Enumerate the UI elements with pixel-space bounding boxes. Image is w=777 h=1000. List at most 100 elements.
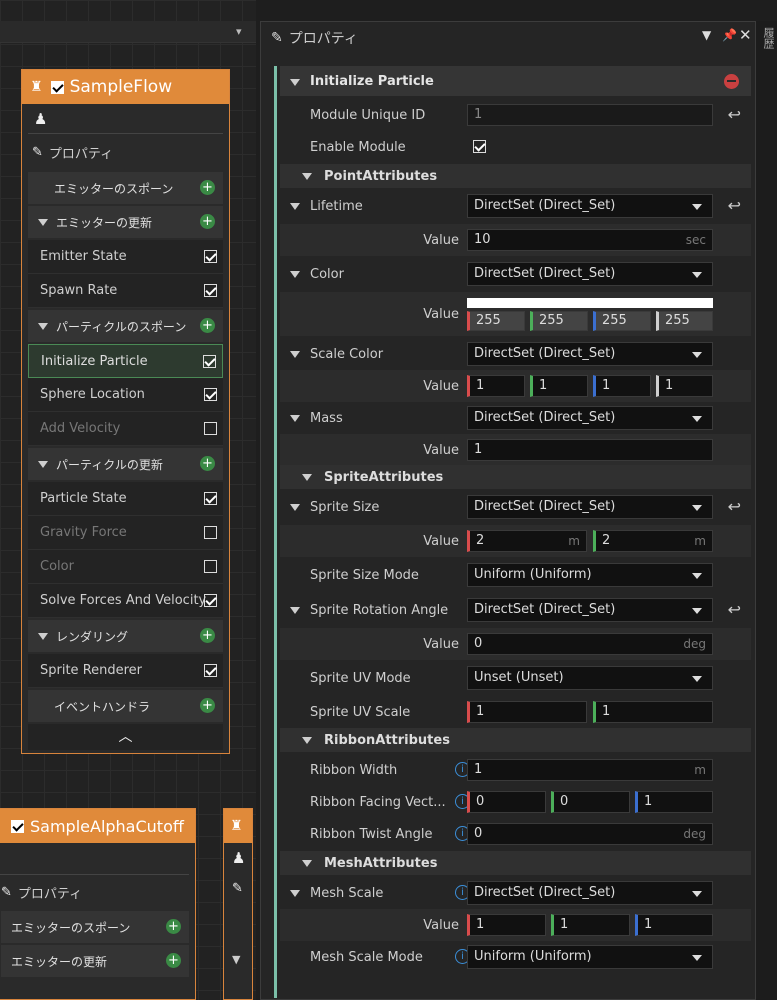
add-icon[interactable]: + — [200, 180, 215, 195]
mesh-scale-y-field[interactable]: 1 — [551, 914, 630, 936]
module-enable-checkbox[interactable] — [204, 560, 217, 573]
node-user-row[interactable] — [0, 843, 189, 875]
ribbon-facing-y-field[interactable]: 0 — [551, 791, 630, 813]
module-enable-checkbox[interactable] — [204, 422, 217, 435]
pin-icon[interactable]: 📌 — [722, 28, 737, 42]
sprite-uv-mode-dropdown[interactable]: Unset (Unset) — [467, 666, 713, 690]
module-item[interactable]: Color — [28, 550, 223, 584]
module-header[interactable]: Initialize Particle — [280, 66, 751, 96]
collapse-icon[interactable] — [302, 172, 312, 180]
expand-icon[interactable] — [290, 351, 300, 358]
add-icon[interactable]: + — [166, 919, 181, 934]
module-item[interactable]: Spawn Rate — [28, 274, 223, 308]
color-a-field[interactable]: 255 — [656, 311, 713, 331]
node-enable-checkbox[interactable] — [11, 819, 24, 833]
expand-icon[interactable] — [290, 504, 300, 511]
section-ribbon-attributes[interactable]: RibbonAttributes — [280, 728, 751, 752]
node-header[interactable]: SampleAlphaCutoff — [0, 809, 195, 843]
canvas-menu-icon[interactable]: ▾ — [236, 25, 242, 38]
ribbon-facing-x-field[interactable]: 0 — [467, 791, 546, 813]
module-item[interactable]: Sprite Renderer — [28, 654, 223, 688]
section-point-attributes[interactable]: PointAttributes — [280, 164, 751, 188]
add-icon[interactable]: + — [200, 628, 215, 643]
node-section[interactable]: イベントハンドラ + — [28, 690, 223, 722]
mesh-scale-mode-dropdown[interactable]: Uniform (Uniform) — [467, 945, 713, 969]
collapse-icon[interactable] — [38, 632, 48, 640]
module-enable-checkbox[interactable] — [204, 492, 217, 505]
emitter-node-sampleflow[interactable]: ♜ SampleFlow ♟ ✎ プロパティ エミッターのスポーン + エミッターの… — [21, 69, 230, 754]
mesh-scale-mode-select[interactable]: DirectSet (Direct_Set) — [467, 881, 713, 905]
lifetime-value-field[interactable]: 10 sec — [467, 229, 713, 251]
collapse-icon[interactable] — [38, 218, 48, 226]
lifetime-mode-select[interactable]: DirectSet (Direct_Set) — [467, 194, 713, 218]
collapse-icon[interactable] — [302, 736, 312, 744]
collapse-icon[interactable] — [302, 473, 312, 481]
expand-icon[interactable] — [290, 607, 300, 614]
collapse-icon[interactable] — [38, 460, 48, 468]
node-section[interactable]: パーティクルの更新 + — [28, 448, 223, 480]
add-icon[interactable]: + — [200, 214, 215, 229]
add-icon[interactable]: + — [200, 456, 215, 471]
module-id-field[interactable]: 1 — [467, 104, 713, 126]
color-r-field[interactable]: 255 — [467, 311, 525, 331]
module-item[interactable]: Solve Forces And Velocity — [28, 584, 223, 618]
module-enable-checkbox[interactable] — [203, 355, 216, 368]
module-item[interactable]: Emitter State — [28, 240, 223, 274]
mass-mode-select[interactable]: DirectSet (Direct_Set) — [467, 406, 713, 430]
collapse-icon[interactable] — [38, 322, 48, 330]
reset-icon[interactable]: ↩ — [728, 105, 741, 124]
module-item[interactable]: Sphere Location — [28, 378, 223, 412]
node-properties-row[interactable]: ✎ プロパティ — [0, 875, 195, 909]
sprite-size-mode-select[interactable]: DirectSet (Direct_Set) — [467, 495, 713, 519]
node-section[interactable]: エミッターのスポーン + — [28, 172, 223, 204]
add-icon[interactable]: + — [200, 698, 215, 713]
sprite-size-mode-dropdown[interactable]: Uniform (Uniform) — [467, 563, 713, 587]
module-enable-checkbox[interactable] — [204, 526, 217, 539]
remove-module-icon[interactable] — [724, 74, 739, 89]
scale-color-r-field[interactable]: 1 — [467, 375, 525, 397]
node-section[interactable]: エミッターの更新 + — [1, 945, 189, 977]
module-enable-checkbox[interactable] — [204, 250, 217, 263]
sprite-size-x-field[interactable]: 2m — [467, 530, 587, 552]
sprite-rotation-value-field[interactable]: 0 deg — [467, 633, 713, 655]
sprite-uv-scale-y-field[interactable]: 1 — [593, 701, 713, 723]
sprite-uv-scale-x-field[interactable]: 1 — [467, 701, 587, 723]
node-properties-row[interactable]: ✎ プロパティ — [28, 134, 223, 170]
node-header[interactable]: ♜ SampleFlow — [22, 70, 229, 104]
section-sprite-attributes[interactable]: SpriteAttributes — [280, 465, 751, 489]
ribbon-twist-field[interactable]: 0 deg — [467, 823, 713, 845]
color-mode-select[interactable]: DirectSet (Direct_Set) — [467, 262, 713, 286]
color-b-field[interactable]: 255 — [593, 311, 651, 331]
sprite-rotation-mode-select[interactable]: DirectSet (Direct_Set) — [467, 598, 713, 622]
sprite-size-y-field[interactable]: 2m — [593, 530, 713, 552]
mass-value-field[interactable]: 1 — [467, 439, 713, 461]
reset-icon[interactable]: ↩ — [728, 600, 741, 619]
mesh-scale-x-field[interactable]: 1 — [467, 914, 546, 936]
color-swatch[interactable] — [467, 298, 713, 308]
module-item[interactable]: Gravity Force — [28, 516, 223, 550]
node-section[interactable]: エミッターの更新 + — [28, 206, 223, 238]
scale-color-mode-select[interactable]: DirectSet (Direct_Set) — [467, 342, 713, 366]
expand-icon[interactable] — [290, 415, 300, 422]
module-enable-checkbox[interactable] — [204, 664, 217, 677]
module-enable-checkbox[interactable] — [204, 594, 217, 607]
collapse-button[interactable]: ︿ — [28, 724, 223, 750]
expand-icon[interactable] — [290, 203, 300, 210]
node-header[interactable]: ♜ — [224, 809, 252, 843]
collapse-icon[interactable] — [290, 79, 300, 86]
node-enable-checkbox[interactable] — [50, 80, 64, 94]
scale-color-b-field[interactable]: 1 — [593, 375, 651, 397]
module-item[interactable]: Initialize Particle — [28, 344, 223, 378]
emitter-node-samplealphacutoff[interactable]: SampleAlphaCutoff ✎ プロパティ エミッターのスポーン + エミ… — [0, 808, 196, 1000]
reset-icon[interactable]: ↩ — [728, 196, 741, 215]
collapse-icon[interactable] — [302, 859, 312, 867]
module-item[interactable]: Particle State — [28, 482, 223, 516]
ribbon-facing-z-field[interactable]: 1 — [635, 791, 713, 813]
close-icon[interactable]: ✕ — [739, 26, 752, 44]
history-tab[interactable]: 履歴 — [760, 27, 776, 49]
node-user-row[interactable]: ♟ — [28, 104, 223, 134]
ribbon-width-field[interactable]: 1m — [467, 759, 713, 781]
chevron-down-icon[interactable]: ▼ — [224, 909, 252, 966]
expand-icon[interactable] — [290, 271, 300, 278]
add-icon[interactable]: + — [166, 953, 181, 968]
